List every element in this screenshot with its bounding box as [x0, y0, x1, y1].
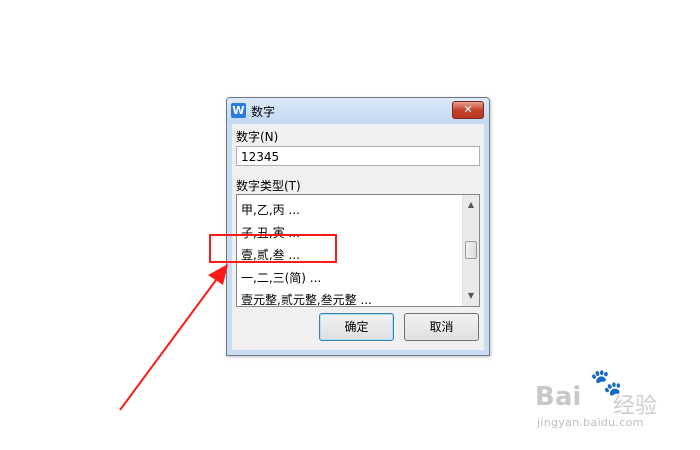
number-input[interactable]: 12345 — [236, 146, 480, 166]
list-scrollbar[interactable]: ▲ ▼ — [462, 195, 479, 306]
annotation-highlight-box — [209, 234, 337, 263]
scroll-thumb[interactable] — [465, 241, 477, 259]
dialog-title: 数字 — [251, 105, 276, 119]
list-item-heavenly-stems[interactable]: 甲,乙,丙 ... — [237, 199, 462, 222]
wps-app-icon: W — [231, 103, 246, 118]
watermark-logo: Bai — [535, 382, 582, 412]
title-bar[interactable]: W 数字 ✕ — [227, 98, 489, 123]
scroll-down-icon[interactable]: ▼ — [463, 288, 479, 304]
number-label: 数字(N) — [236, 130, 279, 144]
list-item-simple-digits[interactable]: 一,二,三(简) ... — [237, 267, 462, 290]
close-button[interactable]: ✕ — [452, 101, 484, 119]
scroll-up-icon[interactable]: ▲ — [463, 197, 479, 213]
number-dialog: W 数字 ✕ 数字(N) 12345 数字类型(T) 甲,乙,丙 ... 子,丑… — [226, 97, 490, 356]
baidu-jingyan-watermark: Bai 🐾 经验 jingyan.baidu.com — [535, 368, 685, 432]
ok-button[interactable]: 确定 — [319, 313, 394, 341]
number-type-label: 数字类型(T) — [236, 179, 301, 193]
list-item-yuan-amounts[interactable]: 壹元整,贰元整,叁元整 ... — [237, 289, 462, 306]
cancel-button[interactable]: 取消 — [404, 313, 479, 341]
watermark-url: jingyan.baidu.com — [537, 416, 644, 429]
